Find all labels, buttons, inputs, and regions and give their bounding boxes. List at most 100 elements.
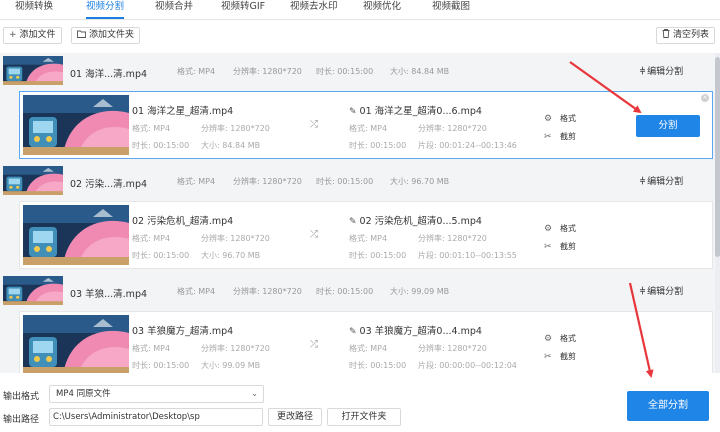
file-card[interactable]: 03 羊狼魔方_超清.mp4 格式: MP4 分辨率: 1280*720 时长:…	[19, 311, 713, 373]
gear-icon: ⚙	[544, 224, 553, 234]
trash-icon	[662, 28, 670, 43]
clear-list-button[interactable]: 清空列表	[656, 27, 716, 44]
duration-meta: 时长: 00:15:00	[316, 287, 374, 296]
output-format-select[interactable]: MP4 同原文件 ⌄	[49, 385, 264, 403]
cut-button[interactable]: ✂ 截剪	[544, 131, 576, 142]
folder-icon	[77, 28, 86, 43]
split-all-button[interactable]: 全部分割	[627, 391, 709, 421]
source-duration: 时长: 00:15:00	[132, 141, 190, 150]
size-meta: 大小: 84.84 MB	[390, 67, 450, 76]
file-group-header[interactable]: 02 污染...清.mp4 格式: MP4 分辨率: 1280*720 时长: …	[0, 163, 715, 198]
output-clip: 片段: 00:00:00--00:12:04	[418, 361, 517, 370]
output-format-label: 输出格式	[3, 392, 40, 402]
output-path-label: 输出路径	[3, 415, 40, 425]
tab-video-split[interactable]: 视频分割	[86, 0, 125, 20]
output-resolution: 分辨率: 1280*720	[418, 124, 487, 133]
close-icon[interactable]: ×	[701, 94, 709, 102]
split-icon: ⫩	[640, 287, 646, 297]
file-group-header[interactable]: 01 海洋...清.mp4 格式: MP4 分辨率: 1280*720 时长: …	[0, 53, 715, 88]
output-format: 格式: MP4	[349, 344, 388, 353]
split-icon: ⫩	[640, 177, 646, 187]
output-file-name[interactable]: ✎ 03 羊狼魔方_超清0...4.mp4	[349, 323, 482, 337]
video-thumbnail	[23, 95, 129, 155]
scissors-icon: ✂	[544, 352, 552, 362]
file-card[interactable]: 02 污染危机_超清.mp4 格式: MP4 分辨率: 1280*720 时长:…	[19, 201, 713, 269]
edit-split-button[interactable]: ⫩ 编辑分割	[640, 284, 683, 297]
source-duration: 时长: 00:15:00	[132, 251, 190, 260]
format-settings-button[interactable]: ⚙ 格式	[544, 113, 576, 124]
output-duration: 时长: 00:15:00	[349, 141, 407, 150]
chevron-down-icon: ⌄	[251, 389, 258, 398]
output-format: 格式: MP4	[349, 234, 388, 243]
output-resolution: 分辨率: 1280*720	[418, 234, 487, 243]
source-resolution: 分辨率: 1280*720	[201, 344, 270, 353]
size-meta: 大小: 99.09 MB	[390, 287, 450, 296]
open-folder-button[interactable]: 打开文件夹	[327, 408, 401, 426]
gear-icon: ⚙	[544, 334, 553, 344]
tab-remove-watermark[interactable]: 视频去水印	[290, 0, 338, 20]
file-title: 02 污染...清.mp4	[70, 179, 148, 190]
output-file-name[interactable]: ✎ 01 海洋之星_超清0...6.mp4	[349, 103, 482, 117]
resolution-meta: 分辨率: 1280*720	[233, 287, 302, 296]
shuffle-icon: ⤮	[310, 339, 318, 350]
size-meta: 大小: 96.70 MB	[390, 177, 450, 186]
toolbar: + 添加文件 添加文件夹 清空列表	[0, 22, 720, 48]
source-file-name: 03 羊狼魔方_超清.mp4	[132, 326, 234, 337]
file-title: 03 羊狼...清.mp4	[70, 289, 148, 300]
source-format: 格式: MP4	[132, 344, 171, 353]
output-file-name[interactable]: ✎ 02 污染危机_超清0...5.mp4	[349, 213, 482, 227]
format-settings-button[interactable]: ⚙ 格式	[544, 223, 576, 234]
source-resolution: 分辨率: 1280*720	[201, 234, 270, 243]
tab-video-screenshot[interactable]: 视频截图	[432, 0, 470, 20]
output-clip: 片段: 00:01:10--00:13:55	[418, 251, 517, 260]
format-meta: 格式: MP4	[177, 177, 216, 186]
list-scrollbar[interactable]	[715, 53, 720, 373]
tab-video-convert[interactable]: 视频转换	[15, 0, 53, 20]
add-file-button[interactable]: + 添加文件	[3, 27, 62, 44]
cut-button[interactable]: ✂ 截剪	[544, 351, 576, 362]
video-thumbnail	[23, 205, 129, 265]
split-button[interactable]: 分割	[636, 115, 700, 137]
file-group-header[interactable]: 03 羊狼...清.mp4 格式: MP4 分辨率: 1280*720 时长: …	[0, 273, 715, 308]
source-size: 大小: 99.09 MB	[201, 361, 261, 370]
edit-split-button[interactable]: ⫩ 编辑分割	[640, 174, 683, 187]
edit-split-button[interactable]: ⫩ 编辑分割	[640, 64, 683, 77]
source-size: 大小: 84.84 MB	[201, 141, 261, 150]
pencil-icon: ✎	[349, 327, 357, 337]
duration-meta: 时长: 00:15:00	[316, 177, 374, 186]
source-file-name: 01 海洋之星_超清.mp4	[132, 106, 234, 117]
format-meta: 格式: MP4	[177, 67, 216, 76]
tab-video-to-gif[interactable]: 视频转GIF	[221, 0, 265, 20]
scissors-icon: ✂	[544, 242, 552, 252]
output-duration: 时长: 00:15:00	[349, 251, 407, 260]
gear-icon: ⚙	[544, 114, 553, 124]
source-format: 格式: MP4	[132, 234, 171, 243]
video-thumbnail	[3, 56, 63, 85]
output-path-field[interactable]: C:\Users\Administrator\Desktop\sp	[49, 408, 263, 426]
add-folder-button[interactable]: 添加文件夹	[71, 27, 141, 44]
tab-video-merge[interactable]: 视频合并	[155, 0, 193, 20]
plus-icon: +	[9, 30, 17, 40]
scissors-icon: ✂	[544, 132, 552, 142]
split-icon: ⫩	[640, 67, 646, 77]
tab-video-optimize[interactable]: 视频优化	[363, 0, 401, 20]
source-size: 大小: 96.70 MB	[201, 251, 261, 260]
output-resolution: 分辨率: 1280*720	[418, 344, 487, 353]
resolution-meta: 分辨率: 1280*720	[233, 177, 302, 186]
shuffle-icon: ⤮	[310, 229, 318, 240]
format-settings-button[interactable]: ⚙ 格式	[544, 333, 576, 344]
source-duration: 时长: 00:15:00	[132, 361, 190, 370]
file-title: 01 海洋...清.mp4	[70, 69, 148, 80]
bottom-bar: 输出格式 MP4 同原文件 ⌄ 输出路径 C:\Users\Administra…	[0, 373, 720, 432]
duration-meta: 时长: 00:15:00	[316, 67, 374, 76]
change-path-button[interactable]: 更改路径	[268, 408, 322, 426]
output-format: 格式: MP4	[349, 124, 388, 133]
file-list: 01 海洋...清.mp4 格式: MP4 分辨率: 1280*720 时长: …	[0, 53, 720, 373]
top-tab-bar: 视频转换 视频分割 视频合并 视频转GIF 视频去水印 视频优化 视频截图	[0, 0, 720, 20]
pencil-icon: ✎	[349, 217, 357, 227]
file-card[interactable]: 01 海洋之星_超清.mp4 格式: MP4 分辨率: 1280*720 时长:…	[19, 91, 713, 159]
pencil-icon: ✎	[349, 107, 357, 117]
cut-button[interactable]: ✂ 截剪	[544, 241, 576, 252]
format-meta: 格式: MP4	[177, 287, 216, 296]
scrollbar-thumb[interactable]	[715, 57, 720, 257]
